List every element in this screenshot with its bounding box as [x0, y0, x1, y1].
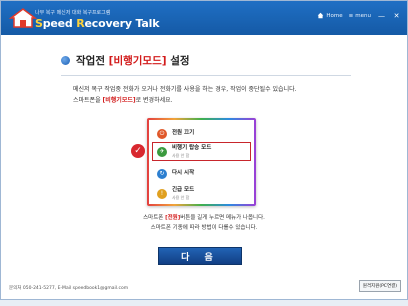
phone-menu-label: 비행기 탑승 모드	[172, 144, 212, 151]
description: 메신저 복구 작업중 전화가 오거나 전화기를 사용을 하는 경우, 작업이 중…	[73, 84, 297, 106]
home-label: Home	[326, 12, 343, 19]
app-logo-icon	[9, 8, 37, 28]
next-button[interactable]: 다 음	[158, 247, 242, 265]
restart-icon: ↻	[157, 168, 167, 179]
power-icon: ⏻	[157, 128, 167, 139]
info-line-2: 스마트폰 기종에 따라 방법이 다를수 있습니다.	[150, 225, 258, 231]
page-title: 작업전 [비행기모드] 설정	[76, 55, 190, 67]
description-line-1: 메신저 복구 작업중 전화가 오거나 전화기를 사용을 하는 경우, 작업이 중…	[73, 86, 297, 93]
phone-menu-item[interactable]: ✈ 비행기 탑승 모드 사용 안 함	[152, 142, 251, 161]
minimize-button[interactable]: —	[377, 11, 386, 20]
app-name: Speed Recovery Talk	[35, 17, 160, 30]
heading-divider	[61, 75, 351, 76]
info-line-1: 스마트폰 [전원]버튼을 길게 누르면 메뉴가 나옵니다.	[143, 215, 265, 221]
phone-menu-label: 전원 끄기	[172, 130, 195, 136]
remote-support-button[interactable]: 원격지원(PC연결)	[358, 280, 401, 292]
phone-menu-label: 긴급 모드	[172, 186, 195, 193]
menu-button[interactable]: ≡ menu	[349, 13, 371, 19]
close-button[interactable]: ✕	[392, 11, 401, 20]
phone-menu-label: 다시 시작	[172, 170, 195, 176]
phone-menu-sublabel: 사용 안 함	[172, 152, 190, 158]
home-icon	[318, 12, 324, 19]
contact-footer: 문의처 050-241-5277, E-Mail speedbook1@gmai…	[9, 286, 129, 291]
home-button[interactable]: Home	[317, 12, 343, 19]
menu-icon: ≡	[348, 12, 354, 19]
title-bar: 나무 복구 메신저 대화 복구프로그램 Speed Recovery Talk …	[1, 1, 407, 35]
check-icon: ✓	[131, 144, 145, 158]
phone-menu-sublabel: 사용 안 함	[172, 194, 190, 200]
phone-menu-item[interactable]: ! 긴급 모드 사용 안 함	[153, 185, 250, 202]
page-heading: 작업전 [비행기모드] 설정	[61, 53, 190, 68]
app-subtitle: 나무 복구 메신저 대화 복구프로그램	[35, 10, 111, 16]
menu-label: menu	[355, 12, 371, 19]
phone-power-menu: ⏻ 전원 끄기 ✈ 비행기 탑승 모드 사용 안 함 ↻ 다시 시작! 긴급 모드 사용 안 함	[147, 118, 256, 206]
phone-menu-item[interactable]: ↻ 다시 시작	[153, 165, 250, 182]
airplane-icon: ✈	[157, 146, 167, 157]
phone-menu-item[interactable]: ⏻ 전원 끄기	[153, 125, 250, 142]
description-line-2: 스마트폰을 [비행기모드]로 변경하세요.	[73, 97, 173, 104]
bullet-icon	[61, 56, 70, 65]
app-window: 나무 복구 메신저 대화 복구프로그램 Speed Recovery Talk …	[0, 0, 408, 300]
emergency-icon: !	[157, 188, 167, 199]
